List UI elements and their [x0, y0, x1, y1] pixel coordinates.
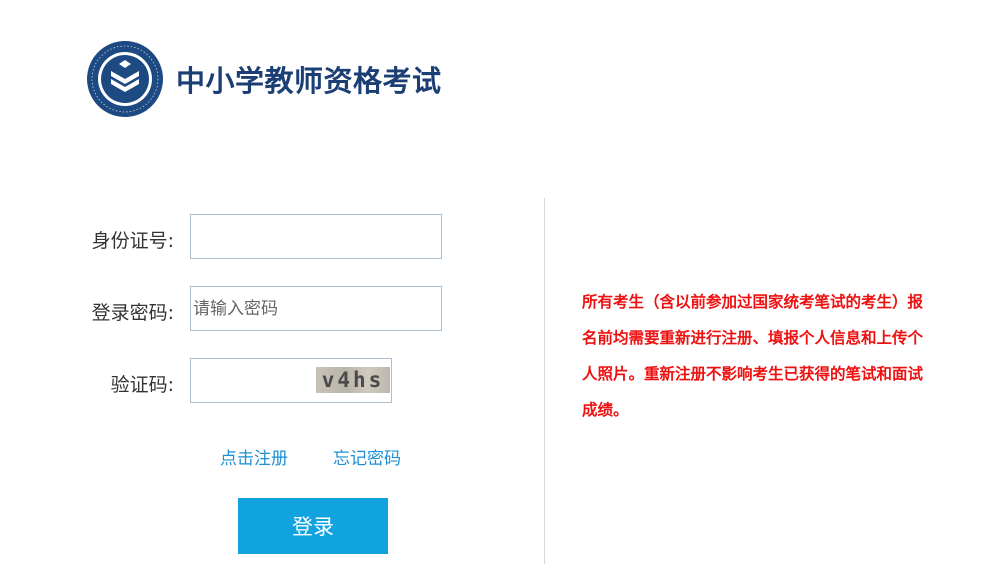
password-input[interactable]: [190, 286, 442, 331]
captcha-row: 验证码: v4hs: [0, 358, 460, 404]
password-label: 登录密码:: [91, 302, 174, 324]
captcha-label: 验证码:: [110, 374, 174, 396]
register-link[interactable]: 点击注册: [220, 444, 288, 469]
id-number-label: 身份证号:: [91, 230, 174, 252]
vertical-divider: [544, 198, 545, 564]
registration-notice: 所有考生（含以前参加过国家统考笔试的考生）报名前均需要重新进行注册、填报个人信息…: [582, 293, 924, 419]
login-button[interactable]: 登录: [238, 498, 388, 554]
password-row: 登录密码:: [0, 286, 460, 332]
id-number-row: 身份证号:: [0, 214, 460, 260]
captcha-image[interactable]: v4hs: [316, 367, 390, 393]
id-number-input[interactable]: [190, 214, 442, 259]
exam-emblem-icon: [87, 41, 163, 117]
site-title: 中小学教师资格考试: [176, 64, 442, 98]
forgot-password-link[interactable]: 忘记密码: [333, 444, 401, 469]
